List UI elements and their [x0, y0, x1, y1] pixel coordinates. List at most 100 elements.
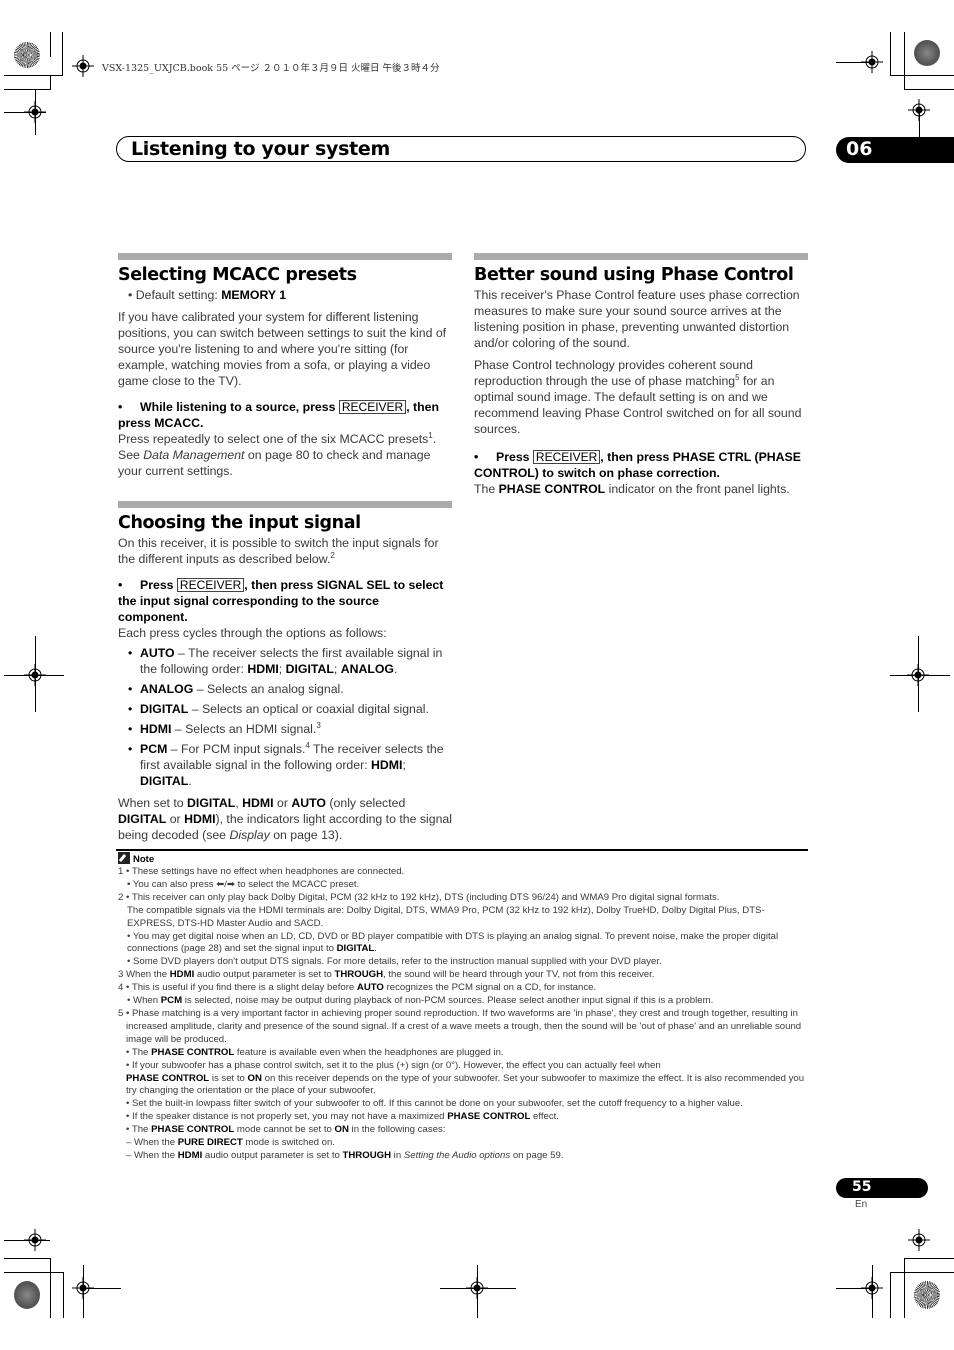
notes-heading: Note — [118, 852, 154, 865]
cross-reference: Display — [229, 828, 270, 842]
order-item: HDMI — [371, 758, 403, 772]
chapter-number: 06 — [846, 138, 873, 160]
footnote-line: The compatible signals via the HDMI term… — [127, 904, 765, 929]
right-column: Better sound using Phase Control This re… — [474, 253, 808, 503]
paragraph: This receiver's Phase Control feature us… — [474, 288, 800, 350]
order-item: ANALOG — [340, 662, 395, 676]
option-name: ANALOG — [140, 682, 194, 696]
bold-term: PHASE CONTROL — [447, 1111, 531, 1123]
text: mode cannot be set to — [234, 1124, 335, 1136]
footnote-line: • When PCM is selected, noise may be out… — [118, 995, 810, 1008]
cross-reference: Setting the Audio options — [403, 1149, 511, 1161]
color-bar-grey-icon — [914, 40, 940, 66]
text: – When the — [126, 1137, 178, 1149]
text: • The — [126, 1046, 152, 1058]
text: or — [273, 796, 292, 810]
chapter-number-tab: 06 — [836, 137, 954, 163]
receiver-key: RECEIVER — [338, 400, 407, 414]
footnote-line: 2 • This receiver can only play back Dol… — [118, 891, 720, 903]
bold-term: HDMI — [184, 812, 216, 826]
bold-term: DIGITAL — [187, 796, 236, 810]
text: When set to — [118, 796, 188, 810]
footnote-ref: 2 — [330, 550, 335, 560]
text: is set to — [209, 1072, 248, 1084]
bold-term: PCM — [160, 995, 183, 1007]
language-code: En — [855, 1199, 868, 1210]
paragraph: Phase Control technology provides cohere… — [474, 357, 808, 437]
footnote-line: • The PHASE CONTROL mode cannot be set t… — [118, 1124, 810, 1137]
instruction-step: • Press RECEIVER, then press SIGNAL SEL t… — [118, 578, 444, 624]
notes-heading-text: Note — [133, 854, 155, 865]
paragraph: If you have calibrated your system for d… — [118, 310, 447, 388]
registration-mark-icon — [72, 55, 94, 77]
paragraph: When set to DIGITAL, HDMI or AUTO (only … — [118, 795, 452, 843]
footnotes: 1 • These settings have no effect when h… — [118, 866, 810, 1163]
option-desc: – Selects an analog signal. — [193, 682, 344, 696]
text: Phase Control technology provides cohere… — [474, 358, 753, 388]
instruction-step: • While listening to a source, press RECE… — [118, 400, 440, 430]
footnote-line: – When the HDMI audio output parameter i… — [118, 1150, 810, 1163]
footnote-line: 4 • This is useful if you find there is … — [118, 982, 810, 995]
paragraph: The PHASE CONTROL indicator on the front… — [474, 481, 808, 497]
footnote-line: • If the speaker distance is not properl… — [118, 1111, 810, 1124]
default-setting-value: MEMORY 1 — [221, 288, 287, 302]
left-column: Selecting MCACC presets • Default settin… — [118, 253, 452, 849]
footnote-line: • Set the built-in lowpass filter switch… — [126, 1098, 743, 1110]
text: on page 59. — [510, 1149, 564, 1161]
footnote-line: – When the PURE DIRECT mode is switched … — [118, 1137, 810, 1150]
footnote-line: • You can also press ⬅/➡ to select the M… — [127, 878, 360, 890]
chapter-title: Listening to your system — [131, 138, 390, 160]
footnote-line: 5 • Phase matching is a very important f… — [118, 1007, 802, 1045]
footnote-line: PHASE CONTROL is set to ON on this recei… — [118, 1073, 810, 1099]
default-setting-label: Default setting: — [135, 288, 222, 302]
option-name: DIGITAL — [140, 702, 189, 716]
bold-term: DIGITAL — [118, 812, 167, 826]
section-input-signal: Choosing the input signal On this receiv… — [118, 501, 452, 843]
footnote-line: • Some DVD players don't output DTS sign… — [127, 956, 662, 968]
bold-term: PHASE CONTROL — [151, 1046, 235, 1058]
option-pcm: PCM – For PCM input signals.4 The receiv… — [128, 741, 452, 789]
bold-term: AUTO — [356, 982, 384, 994]
order-item: DIGITAL — [140, 774, 189, 788]
text: effect. — [530, 1111, 559, 1123]
section-title: Choosing the input signal — [118, 513, 361, 533]
section-mcacc-presets: Selecting MCACC presets • Default settin… — [118, 253, 452, 479]
page-number-tab: 55 — [836, 1178, 928, 1198]
receiver-key: RECEIVER — [176, 578, 245, 592]
bold-term: ON — [247, 1072, 262, 1084]
order-item: HDMI — [247, 662, 279, 676]
registration-mark-icon — [908, 1229, 930, 1251]
step-text: Press — [140, 578, 177, 592]
bold-term: HDMI — [177, 1149, 203, 1161]
bold-term: THROUGH — [342, 1149, 392, 1161]
text: Press repeatedly to select one of the si… — [118, 432, 429, 446]
text: is selected, noise may be output during … — [182, 995, 714, 1007]
section-title: Better sound using Phase Control — [474, 265, 794, 285]
text: On this receiver, it is possible to swit… — [118, 536, 439, 566]
text: or — [166, 812, 185, 826]
section-phase-control: Better sound using Phase Control This re… — [474, 253, 808, 497]
step-text: Press — [496, 450, 533, 464]
option-name: AUTO — [140, 646, 175, 660]
text: • When — [127, 995, 161, 1007]
footnote-line: • The PHASE CONTROL feature is available… — [118, 1047, 810, 1060]
notes-rule — [116, 849, 808, 851]
option-name: PCM — [140, 742, 168, 756]
page-number: 55 — [852, 1179, 872, 1195]
section-rule — [118, 253, 452, 260]
default-setting: • Default setting: MEMORY 1 — [128, 288, 287, 302]
bold-term: PHASE CONTROL — [151, 1124, 235, 1136]
footnote-line: 1 • These settings have no effect when h… — [118, 866, 405, 877]
color-bar-grey-icon — [14, 1281, 40, 1309]
option-auto: AUTO – The receiver selects the first av… — [128, 645, 452, 677]
bold-term: HDMI — [242, 796, 274, 810]
bold-term: THROUGH — [334, 969, 384, 981]
text: – When the — [126, 1149, 178, 1161]
order-item: DIGITAL — [285, 662, 334, 676]
text: audio output parameter is set to — [194, 969, 335, 981]
option-desc: – For PCM input signals. — [167, 742, 306, 756]
section-rule — [474, 253, 808, 260]
section-title: Selecting MCACC presets — [118, 265, 357, 285]
footnote-line: • You may get digital noise when an LD, … — [127, 930, 779, 955]
option-desc: – Selects an optical or coaxial digital … — [188, 702, 429, 716]
